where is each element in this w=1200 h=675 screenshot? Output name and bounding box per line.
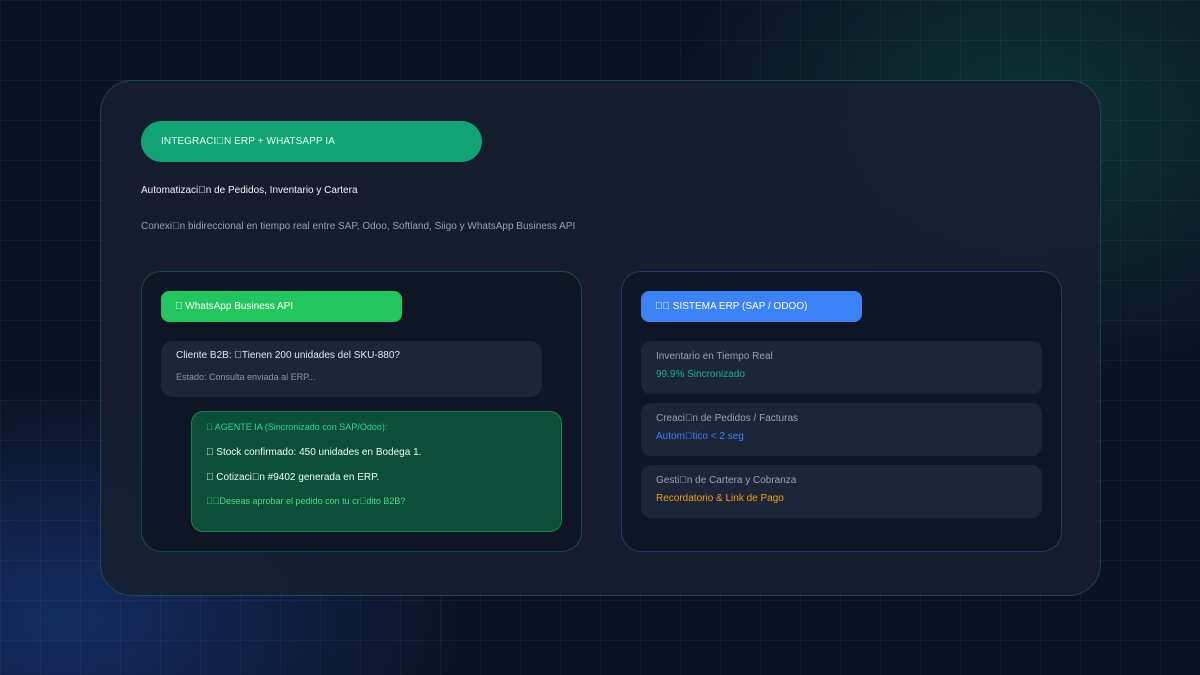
erp-panel:    SISTEMA ERP (SAP / ODOO) Inventario e… (621, 271, 1062, 552)
agent-message-bubble:   AGENTE IA (Sincronizado con SAP/Odoo):… (191, 411, 562, 532)
erp-row-label: Inventario en Tiempo Real (656, 351, 773, 362)
erp-row-collections: Gesti n de Cartera y Cobranza Recordator… (641, 465, 1042, 518)
erp-row-value: 99.9% Sincronizado (656, 369, 745, 380)
client-message-bubble: Cliente B2B:  Tienen 200 unidades del SK… (161, 341, 542, 397)
erp-row-orders: Creaci n de Pedidos / Facturas Autom tic… (641, 403, 1042, 456)
page-title: Automatizaci n de Pedidos, Inventario y … (141, 185, 358, 196)
erp-row-label: Creaci n de Pedidos / Facturas (656, 413, 799, 424)
page-subtitle: Conexi n bidireccional en tiempo real en… (141, 221, 576, 232)
agent-stock-line:   Stock confirmado: 450 unidades en Bode… (206, 447, 422, 458)
whatsapp-api-badge:   WhatsApp Business API (161, 291, 402, 322)
whatsapp-panel:   WhatsApp Business API Cliente B2B:  Ti… (141, 271, 582, 552)
integration-card: INTEGRACI N ERP + WHATSAPP IA Automatiza… (100, 80, 1101, 596)
client-message-status: Estado: Consulta enviada al ERP... (176, 372, 316, 382)
agent-title:   AGENTE IA (Sincronizado con SAP/Odoo): (206, 422, 388, 432)
agent-question-line:   Deseas aprobar el pedido con tu cr dit… (206, 496, 406, 506)
erp-row-value: Autom tico < 2 seg (656, 431, 744, 442)
integration-badge: INTEGRACI N ERP + WHATSAPP IA (141, 121, 482, 162)
client-message-text: Cliente B2B:  Tienen 200 unidades del SK… (176, 350, 400, 361)
agent-quote-line:   Cotizaci n #9402 generada en ERP. (206, 472, 380, 483)
erp-row-label: Gesti n de Cartera y Cobranza (656, 475, 797, 486)
erp-row-value: Recordatorio & Link de Pago (656, 493, 784, 504)
erp-row-inventory: Inventario en Tiempo Real 99.9% Sincroni… (641, 341, 1042, 394)
erp-system-badge:    SISTEMA ERP (SAP / ODOO) (641, 291, 862, 322)
